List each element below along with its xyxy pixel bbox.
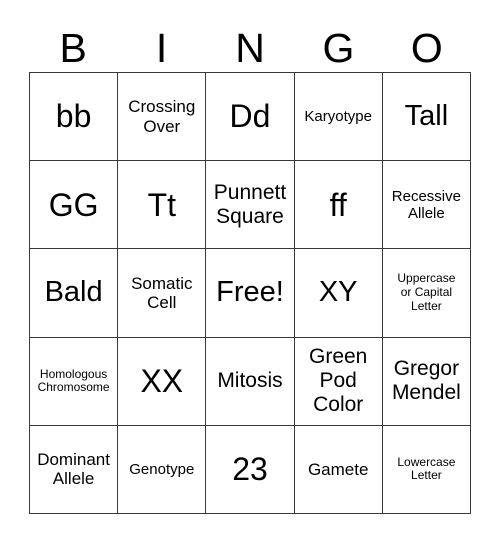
bingo-cell[interactable]: GG [30,161,119,250]
bingo-cell[interactable]: Recessive Allele [382,161,471,250]
header-letter-o: O [410,24,443,71]
bingo-cell-label: Free! [216,276,284,309]
bingo-cell[interactable]: Green Pod Color [294,337,383,426]
bingo-cell-label: Mitosis [217,369,283,393]
bingo-cell-label: Lowercase Letter [397,454,456,483]
bingo-cell-label: Bald [44,276,103,309]
bingo-cell[interactable]: 23 [206,425,295,514]
header-letter-n: N [235,24,265,71]
bingo-cell-label: Punnett Square [213,180,287,228]
bingo-cell[interactable]: Genotype [118,425,207,514]
header-letter-b: B [59,24,87,71]
bingo-cell-label: GG [48,186,99,223]
bingo-cell[interactable]: Tall [382,73,471,162]
bingo-cell[interactable]: Homologous Chromosome [30,337,119,426]
bingo-cell[interactable]: Dd [206,73,295,162]
bingo-cell-label: Genotype [129,460,195,478]
bingo-cell-label: XX [140,362,184,399]
bingo-cell[interactable]: Gamete [294,425,383,514]
bingo-cell-label: Somatic Cell [131,273,193,312]
bingo-grid: bb Crossing Over Dd Karyotype Tall GG Tt… [29,72,471,514]
bingo-cell-label: Homologous Chromosome [37,366,110,395]
bingo-cell[interactable]: Mitosis [206,337,295,426]
bingo-cell[interactable]: XX [118,337,207,426]
bingo-header-row: B I N G O [29,24,471,72]
bingo-cell-label: 23 [232,451,268,488]
header-letter-i: I [155,24,168,71]
bingo-cell[interactable]: Bald [30,249,119,338]
bingo-cell-label: bb [55,98,92,135]
header-letter-g: G [322,24,355,71]
bingo-cell-label: Dd [229,98,271,135]
bingo-cell-label: Dominant Allele [37,450,110,489]
bingo-cell-label: Tall [404,100,449,133]
bingo-cell[interactable]: bb [30,73,119,162]
bingo-cell-label: Gregor Mendel [391,357,461,405]
bingo-cell-label: Green Pod Color [309,345,368,417]
bingo-cell[interactable]: Lowercase Letter [382,425,471,514]
bingo-cell[interactable]: Punnett Square [206,161,295,250]
bingo-cell-label: Recessive Allele [391,187,461,222]
bingo-cell[interactable]: Crossing Over [118,73,207,162]
bingo-cell-label: Karyotype [304,108,372,126]
bingo-cell[interactable]: Uppercase or Capital Letter [382,249,471,338]
bingo-cell-label: XY [318,276,358,309]
bingo-cell-label: Uppercase or Capital Letter [397,271,456,313]
bingo-cell[interactable]: Karyotype [294,73,383,162]
bingo-cell[interactable]: Dominant Allele [30,425,119,514]
bingo-cell-label: Gamete [307,459,369,479]
bingo-cell-label: Tt [147,186,176,223]
bingo-cell[interactable]: Tt [118,161,207,250]
bingo-cell[interactable]: Gregor Mendel [382,337,471,426]
bingo-cell[interactable]: ff [294,161,383,250]
bingo-cell-free[interactable]: Free! [206,249,295,338]
bingo-cell-label: Crossing Over [128,97,196,136]
bingo-card: B I N G O bb Crossing Over Dd Karyotype … [0,0,500,544]
bingo-cell-label: ff [329,186,347,223]
bingo-cell[interactable]: Somatic Cell [118,249,207,338]
bingo-cell[interactable]: XY [294,249,383,338]
